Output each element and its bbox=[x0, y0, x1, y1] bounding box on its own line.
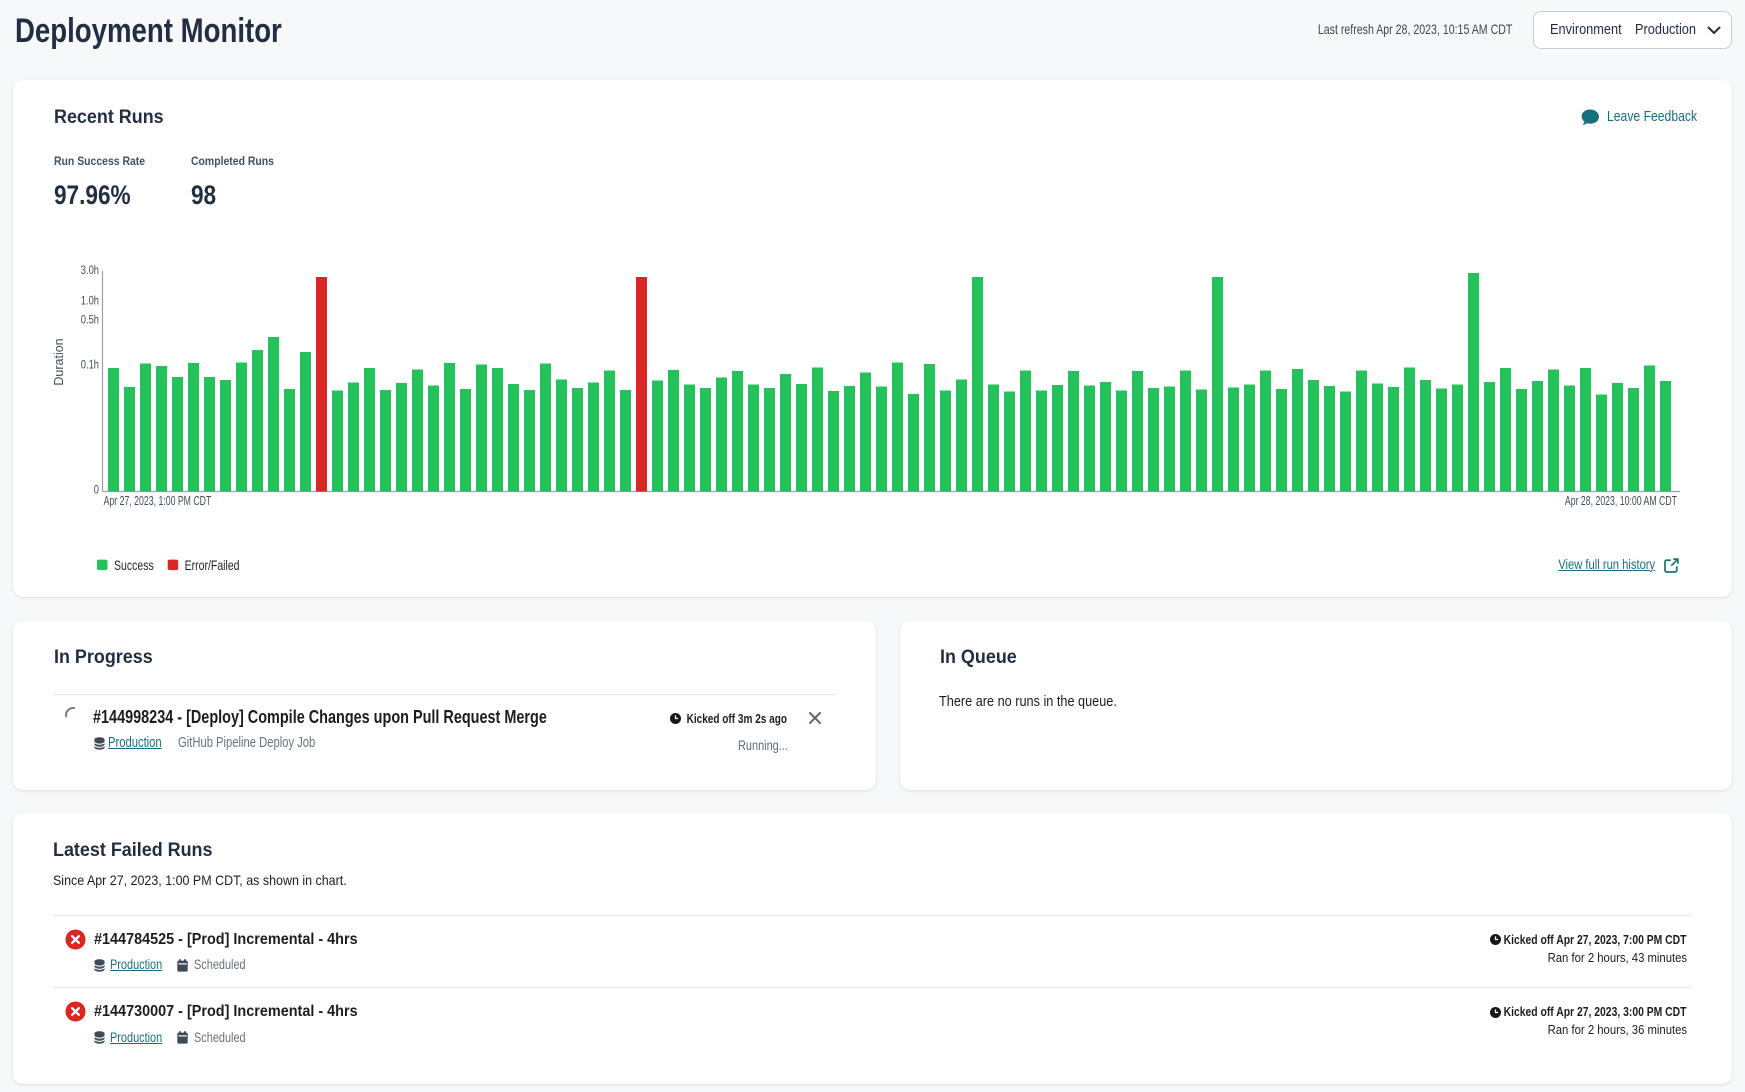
svg-text:0: 0 bbox=[94, 484, 99, 497]
svg-text:Apr 27, 2023, 1:00 PM CDT: Apr 27, 2023, 1:00 PM CDT bbox=[104, 495, 212, 509]
svg-text:0.1h: 0.1h bbox=[81, 358, 99, 371]
svg-text:3.0h: 3.0h bbox=[81, 264, 99, 277]
svg-text:Duration: Duration bbox=[52, 338, 66, 385]
svg-text:0.5h: 0.5h bbox=[81, 313, 99, 326]
svg-text:Error/Failed: Error/Failed bbox=[185, 558, 240, 574]
svg-text:Success: Success bbox=[114, 558, 154, 574]
svg-text:1.0h: 1.0h bbox=[81, 295, 99, 308]
svg-text:Apr 28, 2023, 10:00 AM CDT: Apr 28, 2023, 10:00 AM CDT bbox=[1565, 495, 1677, 509]
